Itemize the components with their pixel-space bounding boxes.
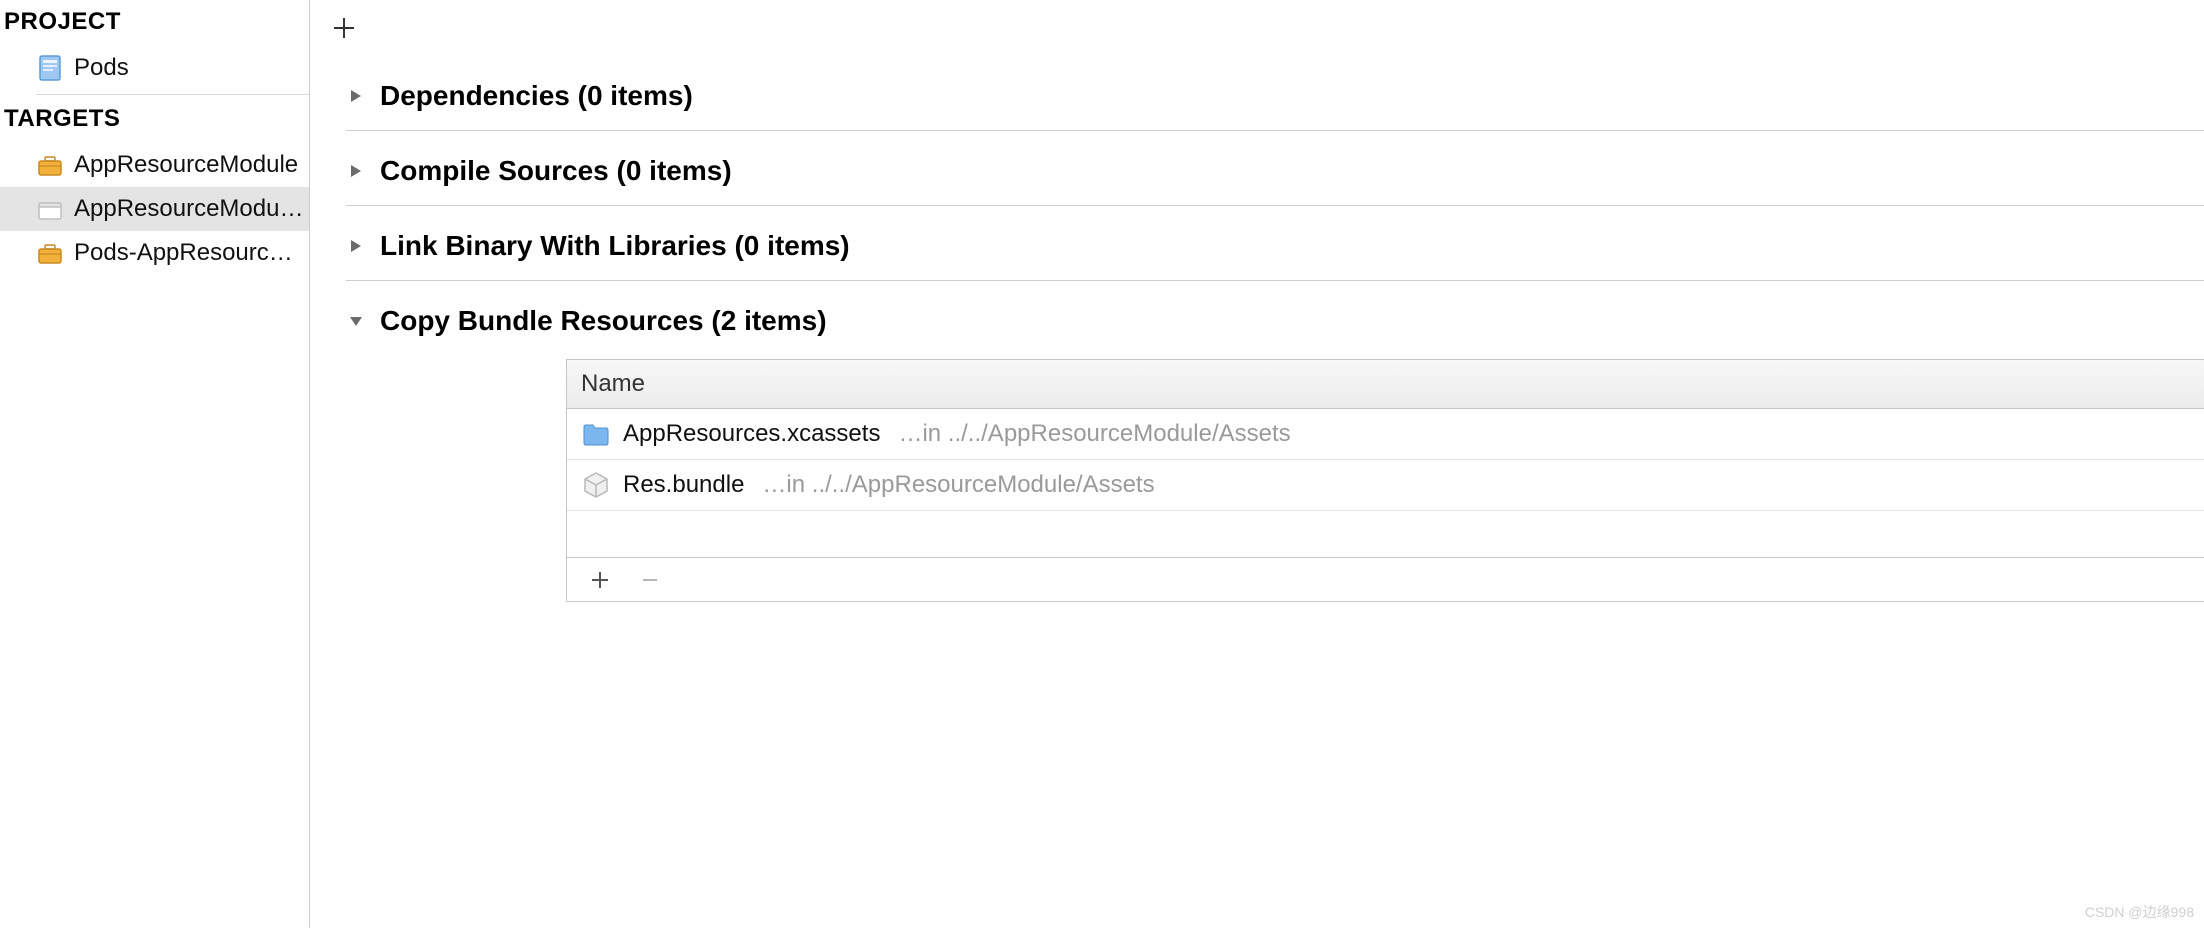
bundle-file-icon xyxy=(581,470,611,500)
folder-icon xyxy=(581,419,611,449)
sidebar-target-appresourcemodu-truncated[interactable]: AppResourceModu… xyxy=(0,187,309,231)
phase-title: Compile Sources (0 items) xyxy=(380,155,732,187)
sidebar-target-appresourcemodule[interactable]: AppResourceModule xyxy=(0,143,309,187)
sidebar-divider xyxy=(36,94,309,95)
file-name: Res.bundle xyxy=(623,471,744,499)
table-row[interactable]: AppResources.xcassets …in ../../AppResou… xyxy=(567,409,2204,460)
phase-header-compile-sources[interactable]: Compile Sources (0 items) xyxy=(346,155,2204,187)
phase-copy-bundle-resources: Copy Bundle Resources (2 items) Name App… xyxy=(346,281,2204,632)
phase-title: Copy Bundle Resources (2 items) xyxy=(380,305,827,337)
table-column-header-name[interactable]: Name xyxy=(567,360,2204,409)
resources-table: Name AppResources.xcassets …in ../../App… xyxy=(566,359,2204,602)
disclosure-down-icon xyxy=(346,311,366,331)
toolbar xyxy=(310,0,2204,56)
disclosure-right-icon xyxy=(346,161,366,181)
table-row[interactable]: Res.bundle …in ../../AppResourceModule/A… xyxy=(567,460,2204,511)
bundle-icon xyxy=(36,195,64,223)
sidebar-target-label: AppResourceModule xyxy=(74,151,298,179)
main-panel: Dependencies (0 items) Compile Sources (… xyxy=(310,0,2204,928)
add-resource-button[interactable] xyxy=(587,567,613,593)
file-path: …in ../../AppResourceModule/Assets xyxy=(898,420,1290,448)
table-empty-space xyxy=(567,511,2204,557)
phase-dependencies: Dependencies (0 items) xyxy=(346,56,2204,131)
phase-header-dependencies[interactable]: Dependencies (0 items) xyxy=(346,80,2204,112)
table-footer xyxy=(567,557,2204,601)
phase-header-link-binary[interactable]: Link Binary With Libraries (0 items) xyxy=(346,230,2204,262)
file-name: AppResources.xcassets xyxy=(623,420,880,448)
phase-compile-sources: Compile Sources (0 items) xyxy=(346,131,2204,206)
phase-list: Dependencies (0 items) Compile Sources (… xyxy=(310,56,2204,632)
sidebar-target-label: AppResourceModu… xyxy=(74,195,303,223)
remove-resource-button[interactable] xyxy=(637,567,663,593)
phase-body-copy-bundle-resources: Name AppResources.xcassets …in ../../App… xyxy=(566,359,2204,602)
add-phase-button[interactable] xyxy=(326,10,362,46)
targets-section-header: TARGETS xyxy=(0,99,309,143)
disclosure-right-icon xyxy=(346,236,366,256)
sidebar-project-item[interactable]: Pods xyxy=(0,46,309,90)
phase-link-binary: Link Binary With Libraries (0 items) xyxy=(346,206,2204,281)
sidebar-project-label: Pods xyxy=(74,54,129,82)
toolbox-icon xyxy=(36,151,64,179)
sidebar-target-label: Pods-AppResourc… xyxy=(74,239,293,267)
file-path: …in ../../AppResourceModule/Assets xyxy=(762,471,1154,499)
phase-title: Dependencies (0 items) xyxy=(380,80,693,112)
disclosure-right-icon xyxy=(346,86,366,106)
toolbox-icon xyxy=(36,239,64,267)
project-icon xyxy=(36,54,64,82)
phase-title: Link Binary With Libraries (0 items) xyxy=(380,230,850,262)
sidebar-target-pods-appresourc[interactable]: Pods-AppResourc… xyxy=(0,231,309,275)
sidebar: PROJECT Pods TARGETS AppResourceModule xyxy=(0,0,310,928)
phase-header-copy-bundle-resources[interactable]: Copy Bundle Resources (2 items) xyxy=(346,305,2204,337)
watermark: CSDN @边缘998 xyxy=(2085,902,2194,922)
project-section-header: PROJECT xyxy=(0,2,309,46)
